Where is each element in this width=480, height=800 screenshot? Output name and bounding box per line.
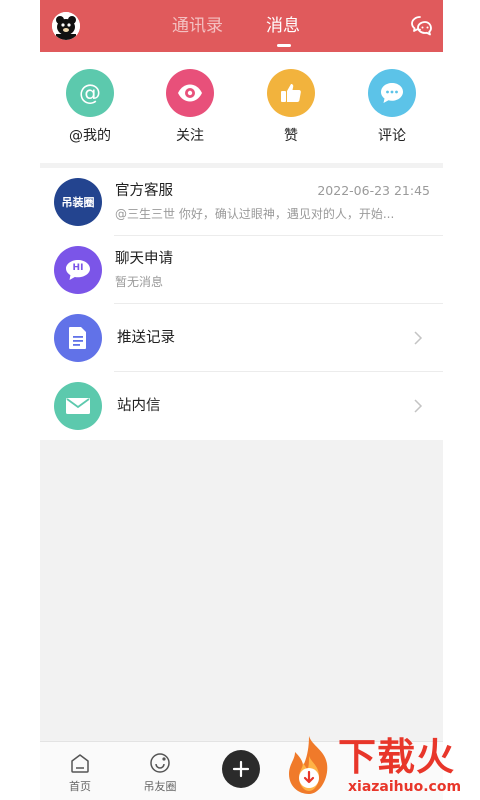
tab-contacts[interactable]: 通讯录	[172, 14, 223, 38]
tab-friends-circle[interactable]: 吊友圈	[130, 752, 190, 794]
quick-action-comments[interactable]: 评论	[352, 69, 432, 145]
message-row-chat-request[interactable]: HI 聊天申请 暂无消息	[40, 236, 443, 304]
bear-avatar-icon	[52, 12, 80, 40]
watermark-brand: 下载火	[338, 735, 456, 779]
menu-row-push-records[interactable]: 推送记录	[40, 304, 443, 372]
tab-label: 首页	[69, 780, 91, 793]
menu-label: 站内信	[117, 398, 161, 414]
official-service-avatar: 吊装圈	[54, 178, 102, 226]
chevron-right-icon	[414, 331, 423, 345]
quick-action-label: 评论	[378, 128, 406, 144]
tab-home[interactable]: 首页	[50, 752, 110, 794]
top-bar: 通讯录 消息	[40, 0, 443, 52]
add-post-button[interactable]	[222, 750, 260, 788]
app-screen: 通讯录 消息 @ @我的 关注 赞 评论 吊装圈 官方客服 2022-06-23…	[40, 0, 443, 800]
watermark: 下载火 xiazaihuo.com	[281, 734, 480, 800]
comment-icon	[368, 69, 416, 117]
flame-logo-icon	[289, 736, 328, 794]
message-list: 吊装圈 官方客服 2022-06-23 21:45 @三生三世 你好，确认过眼神…	[40, 168, 443, 440]
tab-label: 吊友圈	[143, 780, 177, 793]
mail-icon	[54, 382, 102, 430]
message-title: 聊天申请	[115, 251, 173, 267]
menu-row-inbox[interactable]: 站内信	[40, 372, 443, 440]
circle-icon	[150, 753, 170, 773]
quick-action-label: @我的	[69, 128, 111, 144]
message-time: 2022-06-23 21:45	[317, 183, 430, 198]
quick-action-label: 赞	[284, 128, 298, 144]
plus-icon	[232, 760, 250, 778]
active-tab-indicator	[277, 44, 291, 47]
thumbs-up-icon	[267, 69, 315, 117]
quick-action-mentions[interactable]: @ @我的	[50, 69, 130, 145]
chevron-right-icon	[414, 399, 423, 413]
quick-action-follow[interactable]: 关注	[150, 69, 230, 145]
avatar-text: 吊装圈	[61, 196, 95, 209]
tab-messages[interactable]: 消息	[266, 14, 300, 38]
message-row-official-service[interactable]: 吊装圈 官方客服 2022-06-23 21:45 @三生三世 你好，确认过眼神…	[40, 168, 443, 236]
menu-label: 推送记录	[117, 330, 175, 346]
user-avatar[interactable]	[52, 12, 80, 40]
svg-text:@: @	[79, 81, 101, 106]
quick-actions: @ @我的 关注 赞 评论	[40, 52, 443, 163]
quick-action-likes[interactable]: 赞	[251, 69, 331, 145]
eye-icon	[166, 69, 214, 117]
document-icon	[54, 314, 102, 362]
quick-action-label: 关注	[176, 128, 204, 144]
message-preview: @三生三世 你好，确认过眼神，遇见对的人，开始...	[115, 207, 395, 221]
watermark-domain: xiazaihuo.com	[348, 779, 462, 795]
chat-request-avatar: HI	[54, 246, 102, 294]
message-title: 官方客服	[115, 183, 173, 199]
chat-bubbles-icon[interactable]	[410, 14, 434, 38]
at-icon: @	[66, 69, 114, 117]
home-icon	[71, 754, 89, 773]
avatar-text: HI	[72, 263, 84, 273]
message-preview: 暂无消息	[115, 275, 164, 289]
